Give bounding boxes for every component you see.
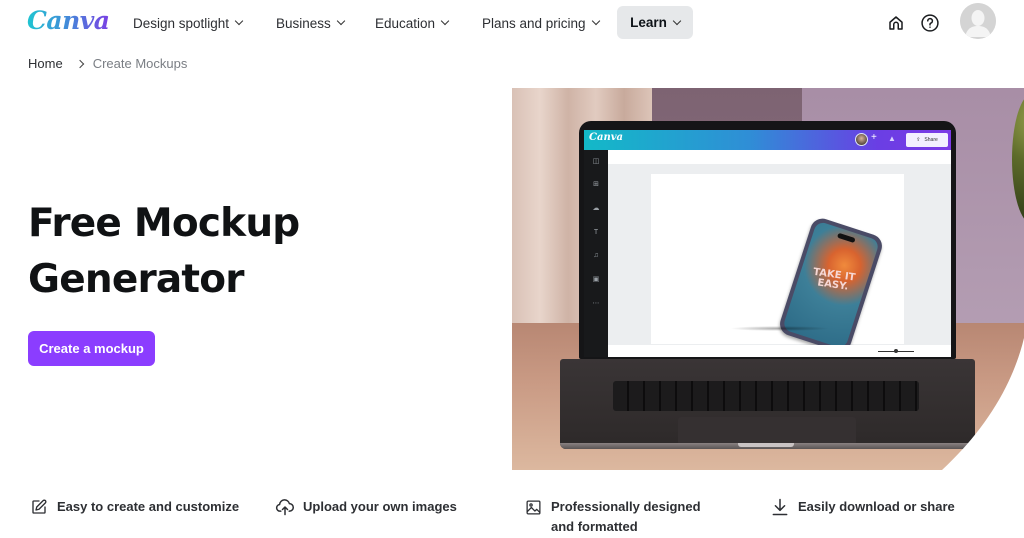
canva-logo[interactable]: Canva	[27, 6, 110, 35]
nav-education[interactable]: Education	[365, 7, 458, 39]
nav-label: Design spotlight	[133, 15, 230, 31]
title-line-2: Generator	[28, 257, 245, 302]
feature-label: Upload your own images	[303, 499, 457, 514]
chevron-down-icon	[591, 16, 600, 26]
edit-icon	[29, 497, 49, 517]
top-navigation: Canva Design spotlight Business Educatio…	[0, 0, 1024, 46]
home-button[interactable]	[884, 11, 908, 35]
help-icon	[921, 14, 939, 32]
image-icon	[523, 497, 543, 517]
upload-cloud-icon	[275, 497, 295, 517]
feature-item: Easy to create and customize	[29, 497, 239, 517]
chevron-down-icon	[234, 16, 244, 26]
breadcrumb-home[interactable]: Home	[28, 56, 63, 71]
nav-label: Business	[276, 15, 331, 31]
chevron-down-icon	[440, 16, 450, 26]
chevron-right-icon	[75, 59, 84, 68]
nav-learn[interactable]: Learn	[617, 6, 693, 39]
avatar[interactable]	[960, 3, 996, 39]
nav-plans-and-pricing[interactable]: Plans and pricing	[472, 7, 609, 39]
hero-image: Canva + ▲ ⇪ Share ◫ ⊞ ☁ T ♫ ▣ ⋯ TAKE IT …	[512, 88, 1024, 470]
feature-item: Easily download or share	[770, 497, 955, 517]
breadcrumb: Home Create Mockups	[28, 56, 187, 71]
nav-business[interactable]: Business	[266, 7, 354, 39]
feature-item: Professionally designed and formatted	[523, 497, 723, 537]
create-mockup-button[interactable]: Create a mockup	[28, 331, 155, 366]
curve-mask	[942, 338, 1024, 470]
nav-design-spotlight[interactable]: Design spotlight	[123, 7, 252, 39]
chevron-down-icon	[336, 16, 346, 26]
title-line-1: Free Mockup	[28, 201, 300, 246]
feature-label: Professionally designed and formatted	[551, 499, 701, 534]
help-button[interactable]	[918, 11, 942, 35]
breadcrumb-current: Create Mockups	[92, 56, 188, 71]
feature-label: Easily download or share	[798, 499, 955, 514]
nav-label: Learn	[630, 15, 667, 30]
chevron-down-icon	[672, 16, 682, 25]
home-icon	[889, 16, 903, 30]
nav-label: Plans and pricing	[482, 15, 586, 31]
feature-item: Upload your own images	[275, 497, 457, 517]
download-icon	[770, 497, 790, 517]
page-title: Free Mockup Generator	[28, 196, 300, 308]
feature-label: Easy to create and customize	[57, 499, 240, 514]
nav-label: Education	[375, 15, 436, 31]
user-silhouette-icon	[960, 3, 996, 39]
